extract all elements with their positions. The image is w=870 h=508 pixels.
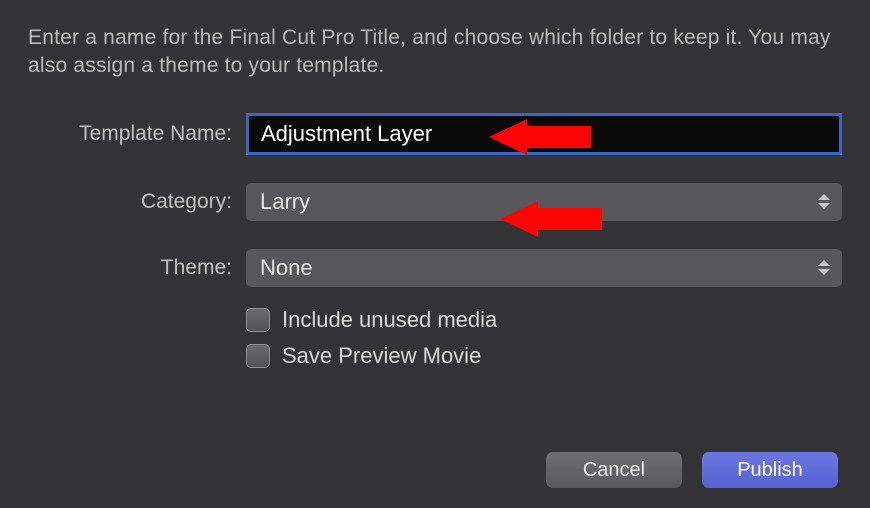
label-category: Category: [28,190,246,214]
template-name-input[interactable] [246,113,842,155]
row-include-unused: Include unused media [28,307,842,333]
row-save-preview: Save Preview Movie [28,343,842,369]
row-category: Category: Larry [28,183,842,221]
theme-select[interactable]: None [246,249,842,287]
label-theme: Theme: [28,256,246,280]
publish-button[interactable]: Publish [702,452,838,488]
button-bar: Cancel Publish [546,452,838,488]
include-unused-label: Include unused media [282,307,497,333]
category-select[interactable]: Larry [246,183,842,221]
include-unused-checkbox[interactable] [246,308,270,332]
stepper-icon [818,257,832,279]
stepper-icon [818,191,832,213]
cancel-button[interactable]: Cancel [546,452,682,488]
row-theme: Theme: None [28,249,842,287]
theme-value: None [260,255,313,281]
save-preview-checkbox[interactable] [246,344,270,368]
save-preview-label: Save Preview Movie [282,343,481,369]
row-template-name: Template Name: [28,113,842,155]
dialog-instruction: Enter a name for the Final Cut Pro Title… [28,24,842,81]
label-template-name: Template Name: [28,122,246,146]
category-value: Larry [260,189,310,215]
